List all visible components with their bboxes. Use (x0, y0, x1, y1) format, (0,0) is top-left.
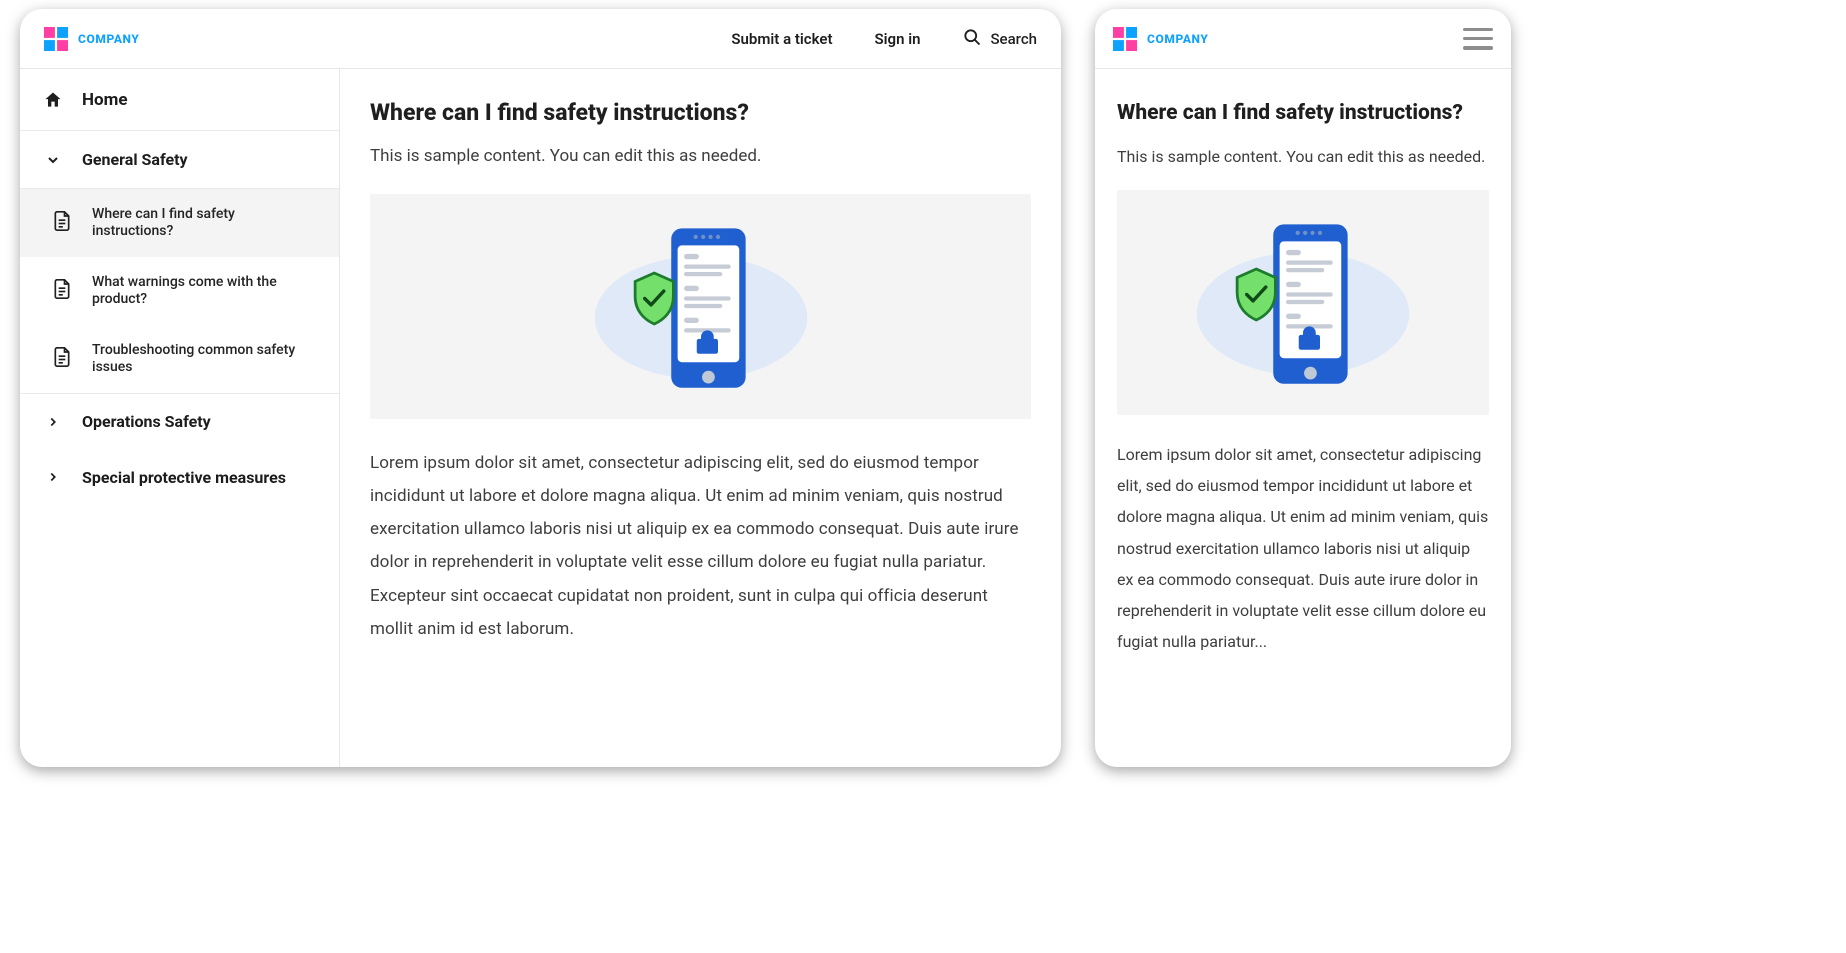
mobile-content: Where can I find safety instructions? Th… (1095, 69, 1511, 767)
chevron-down-icon (42, 152, 64, 168)
chevron-right-icon (42, 415, 64, 429)
sidebar-article-label: Troubleshooting common safety issues (92, 342, 317, 377)
sidebar-articles: Where can I find safety instructions? Wh… (20, 189, 339, 393)
mobile-frame: COMPANY Where can I find safety instruct… (1095, 9, 1511, 767)
hamburger-icon (1463, 37, 1493, 41)
search-icon (962, 27, 982, 51)
brand[interactable]: COMPANY (44, 27, 140, 51)
article-body: Lorem ipsum dolor sit amet, consectetur … (1117, 439, 1489, 657)
sidebar-article-troubleshooting[interactable]: Troubleshooting common safety issues (20, 325, 339, 393)
article-content: Where can I find safety instructions? Th… (340, 69, 1061, 767)
article-intro: This is sample content. You can edit thi… (370, 146, 1031, 166)
sidebar: Home General Safety Where can I find saf… (20, 69, 340, 767)
hero-illustration (370, 194, 1031, 419)
mobile-header: COMPANY (1095, 9, 1511, 69)
body: Home General Safety Where can I find saf… (20, 69, 1061, 767)
article-body: Lorem ipsum dolor sit amet, consectetur … (370, 447, 1031, 646)
submit-ticket-link[interactable]: Submit a ticket (731, 30, 832, 48)
sidebar-cat-spm-label: Special protective measures (82, 468, 286, 487)
sidebar-home-label: Home (82, 90, 128, 110)
search-label: Search (990, 30, 1037, 48)
brand-logo-icon (1113, 27, 1137, 51)
sidebar-article-safety-instructions[interactable]: Where can I find safety instructions? (20, 189, 339, 257)
hamburger-icon (1463, 46, 1493, 50)
hamburger-menu-button[interactable] (1463, 28, 1493, 50)
chevron-right-icon (42, 470, 64, 484)
hamburger-icon (1463, 28, 1493, 32)
brand[interactable]: COMPANY (1113, 27, 1209, 51)
home-icon (42, 90, 64, 110)
sidebar-article-label: What warnings come with the product? (92, 274, 317, 309)
desktop-frame: COMPANY Submit a ticket Sign in Search H… (20, 9, 1061, 767)
article-title: Where can I find safety instructions? (1117, 101, 1489, 125)
sidebar-home[interactable]: Home (20, 69, 339, 131)
article-title: Where can I find safety instructions? (370, 99, 1031, 126)
sidebar-cat-spm[interactable]: Special protective measures (20, 449, 339, 505)
sidebar-article-warnings[interactable]: What warnings come with the product? (20, 257, 339, 325)
sidebar-cat-general-label: General Safety (82, 150, 188, 169)
sidebar-cat-operations[interactable]: Operations Safety (20, 393, 339, 449)
signin-link[interactable]: Sign in (875, 30, 921, 48)
brand-name: COMPANY (1147, 32, 1209, 46)
document-icon (52, 278, 74, 304)
sidebar-cat-operations-label: Operations Safety (82, 412, 211, 431)
brand-logo-icon (44, 27, 68, 51)
search-button[interactable]: Search (962, 27, 1037, 51)
sidebar-article-label: Where can I find safety instructions? (92, 206, 317, 241)
sidebar-cat-general[interactable]: General Safety (20, 131, 339, 189)
article-intro: This is sample content. You can edit thi… (1117, 147, 1489, 166)
header: COMPANY Submit a ticket Sign in Search (20, 9, 1061, 69)
document-icon (52, 210, 74, 236)
brand-name: COMPANY (78, 32, 140, 46)
hero-illustration (1117, 190, 1489, 415)
document-icon (52, 346, 74, 372)
